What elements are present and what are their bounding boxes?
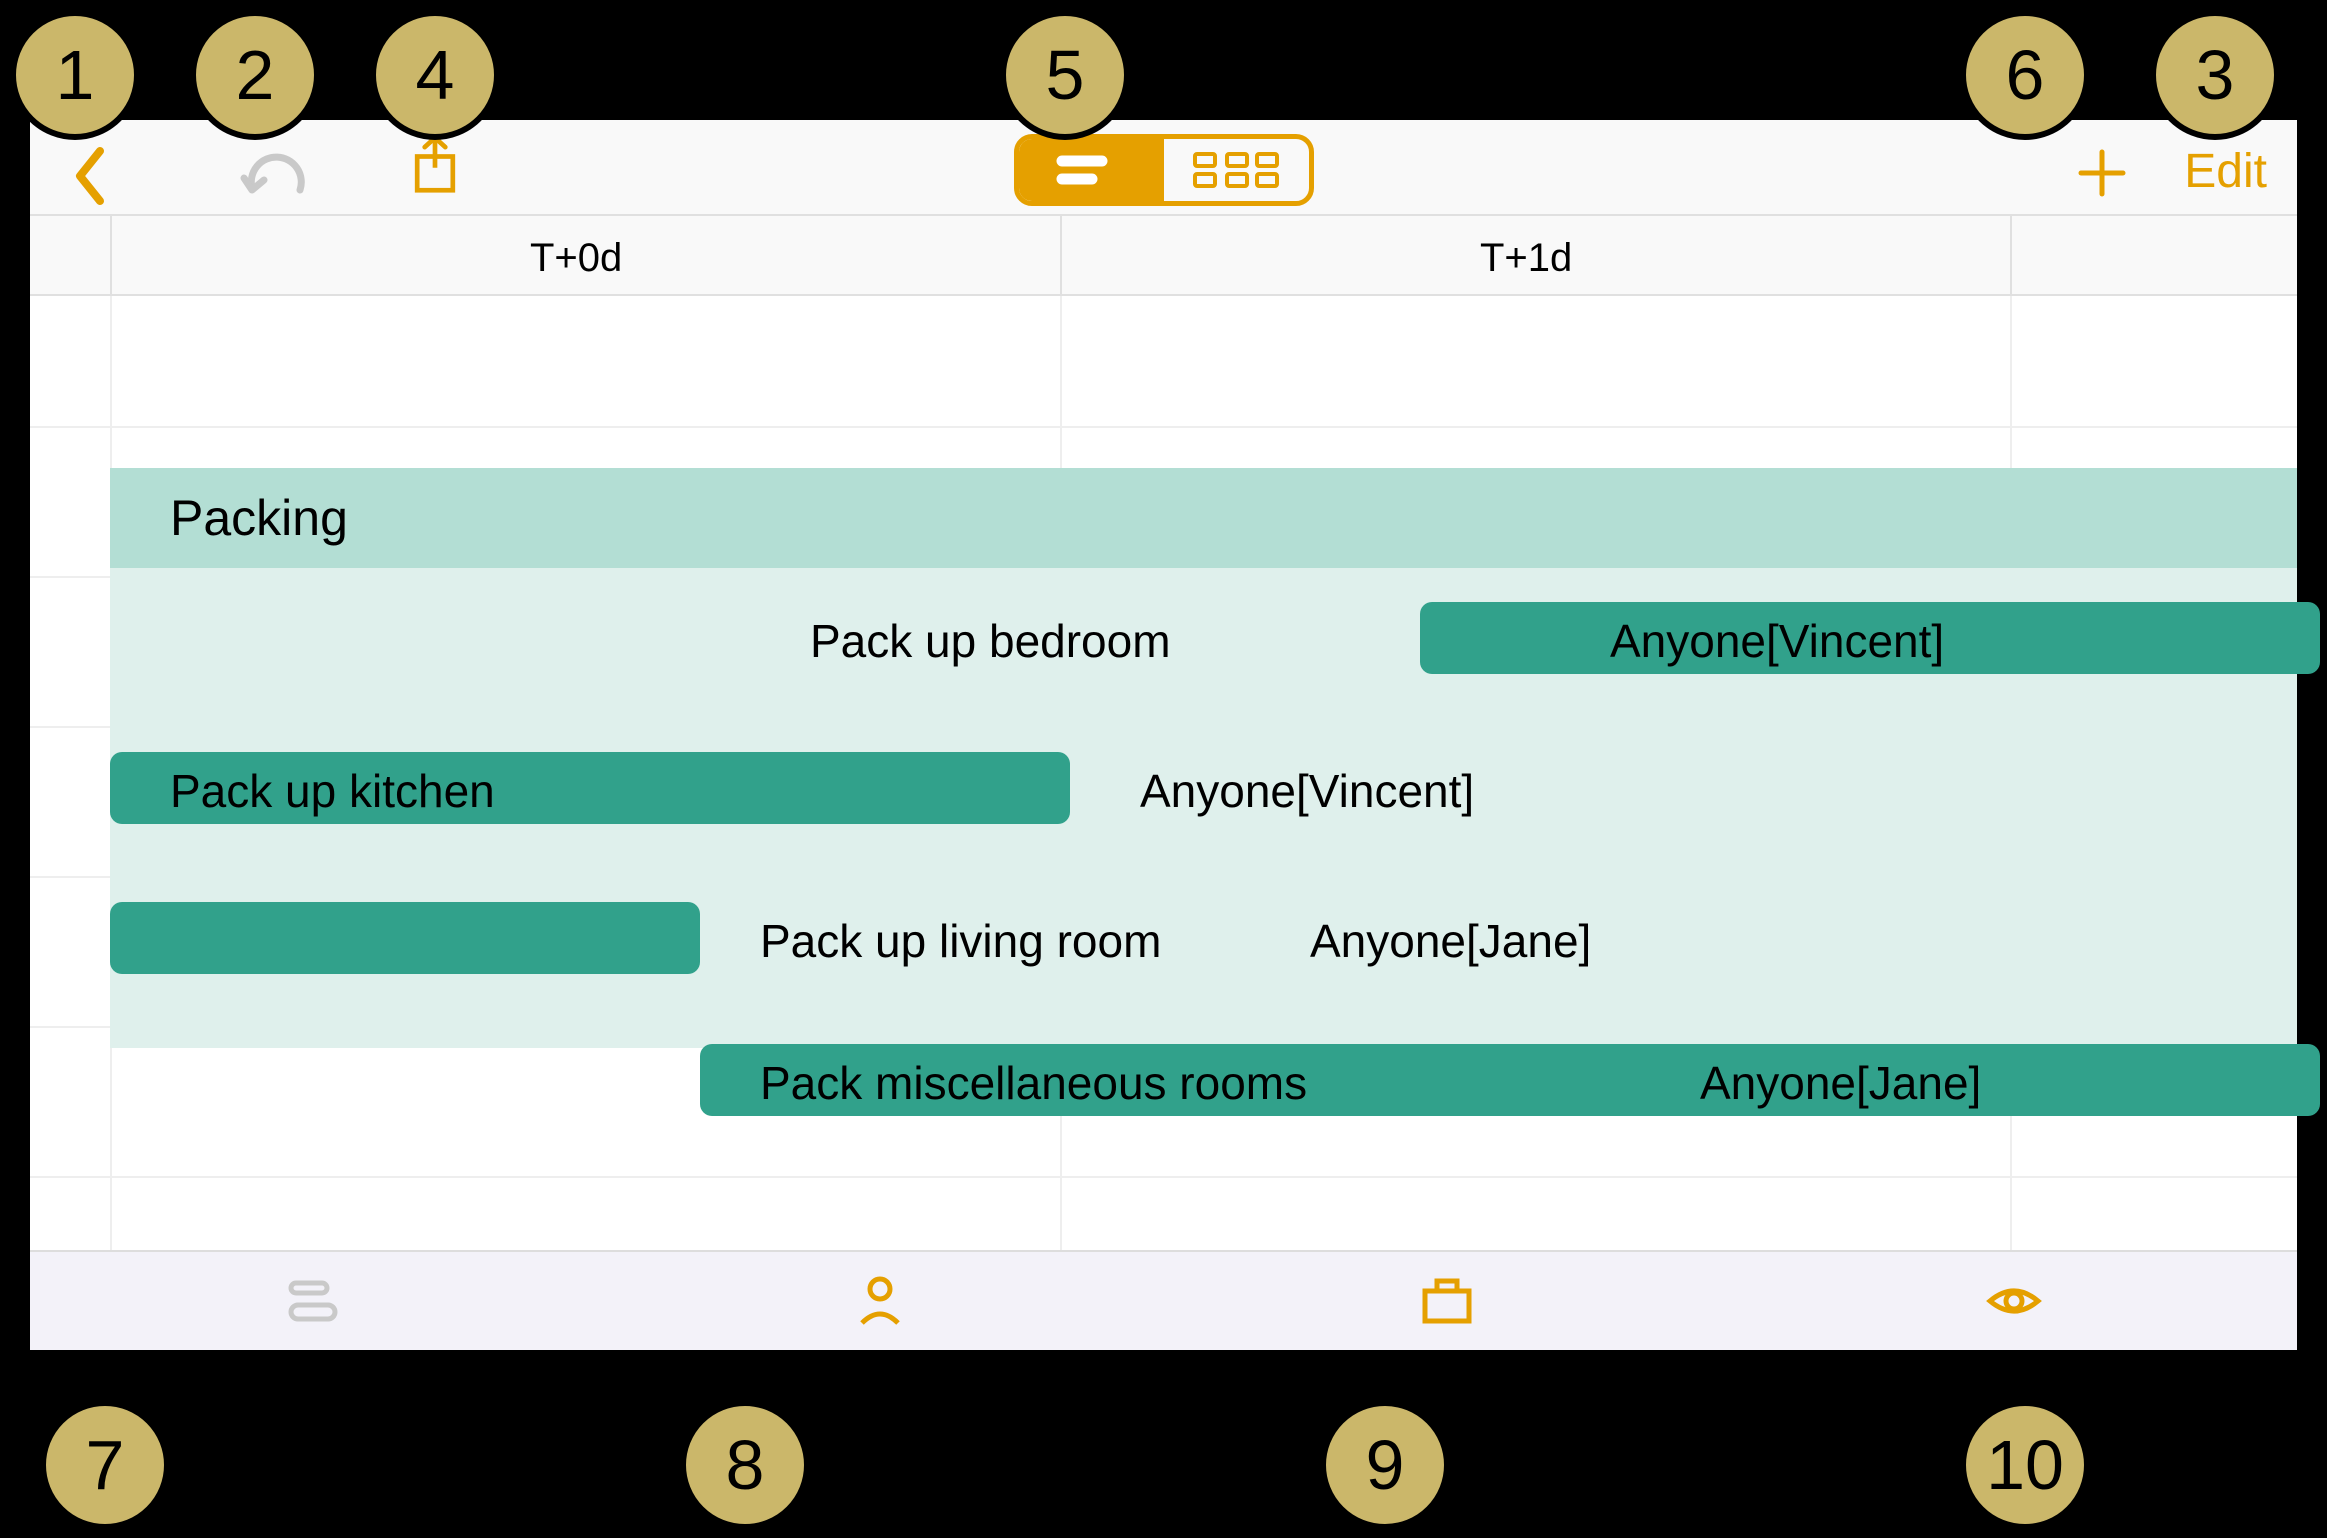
task-label: Pack miscellaneous rooms: [760, 1056, 1307, 1110]
task-row[interactable]: Pack up living room Anyone[Jane]: [110, 888, 2297, 988]
annotation-badge: 9: [1320, 1400, 1450, 1530]
task-row[interactable]: Pack up bedroom Anyone[Vincent]: [110, 588, 2297, 688]
bottom-tab-bar: [30, 1250, 2297, 1350]
gantt-group: Packing Pack up bedroom Anyone[Vincent] …: [110, 468, 2297, 1048]
back-button[interactable]: [70, 146, 110, 211]
task-label: Pack up kitchen: [170, 764, 495, 818]
task-assignee: Anyone[Vincent]: [1140, 764, 1474, 818]
undo-button[interactable]: [240, 150, 310, 205]
annotation-badge: 5: [1000, 10, 1130, 140]
task-assignee: Anyone[Jane]: [1310, 914, 1591, 968]
tab-people[interactable]: [597, 1252, 1164, 1350]
annotation-badge: 4: [370, 10, 500, 140]
annotation-badge: 7: [40, 1400, 170, 1530]
task-label: Pack up bedroom: [810, 614, 1171, 668]
annotation-badge: 1: [10, 10, 140, 140]
annotation-badge: 8: [680, 1400, 810, 1530]
share-button[interactable]: [410, 134, 460, 199]
annotation-badge: 6: [1960, 10, 2090, 140]
app-window: Edit T+0d T+1d Packing: [30, 120, 2297, 1350]
edit-button[interactable]: Edit: [2184, 144, 2267, 199]
task-assignee: Anyone[Jane]: [1700, 1056, 1981, 1110]
tab-tasks[interactable]: [30, 1252, 597, 1350]
annotation-badge: 2: [190, 10, 320, 140]
task-assignee: Anyone[Vincent]: [1610, 614, 1944, 668]
segmented-list-view[interactable]: [1019, 139, 1164, 201]
frame: Edit T+0d T+1d Packing: [0, 0, 2327, 1538]
task-row[interactable]: Pack up kitchen Anyone[Vincent]: [110, 738, 2297, 838]
view-mode-segmented[interactable]: [1014, 134, 1314, 206]
annotation-badge: 10: [1960, 1400, 2090, 1530]
tab-view[interactable]: [1730, 1252, 2297, 1350]
timeline-column-label: T+0d: [530, 236, 622, 281]
timeline-header: T+0d T+1d: [30, 216, 2297, 296]
timeline-column-label: T+1d: [1480, 236, 1572, 281]
task-bar[interactable]: [110, 902, 700, 974]
segmented-tree-view[interactable]: [1164, 139, 1309, 201]
gantt-group-header[interactable]: Packing: [110, 468, 2297, 568]
tab-briefcase[interactable]: [1164, 1252, 1731, 1350]
annotation-badge: 3: [2150, 10, 2280, 140]
gantt-body[interactable]: Packing Pack up bedroom Anyone[Vincent] …: [30, 296, 2297, 1250]
top-toolbar: Edit: [30, 120, 2297, 216]
add-button[interactable]: [2077, 148, 2127, 203]
task-row[interactable]: Pack miscellaneous rooms Anyone[Jane]: [110, 1038, 2297, 1128]
gantt-group-title: Packing: [170, 489, 348, 547]
task-label: Pack up living room: [760, 914, 1161, 968]
